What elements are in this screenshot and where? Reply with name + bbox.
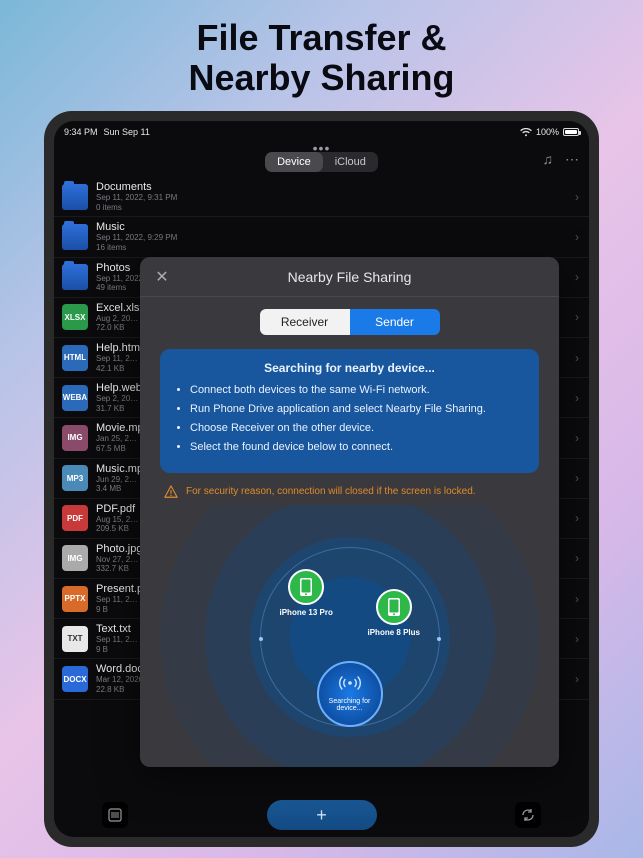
file-type-icon: XLSX <box>62 304 88 330</box>
overflow-icon[interactable]: ⋯ <box>565 151 579 168</box>
chevron-right-icon: › <box>575 511 579 525</box>
nearby-sharing-modal: ✕ Nearby File Sharing Receiver Sender Se… <box>140 257 559 767</box>
file-name: Music <box>96 221 567 233</box>
chevron-right-icon: › <box>575 310 579 324</box>
found-device-2[interactable]: iPhone 8 Plus <box>368 589 420 637</box>
chevron-right-icon: › <box>575 351 579 365</box>
tip-item: Run Phone Drive application and select N… <box>190 402 525 417</box>
phone-icon <box>288 569 324 605</box>
modal-title: Nearby File Sharing <box>288 269 412 285</box>
chevron-right-icon: › <box>575 270 579 284</box>
file-type-icon: MP3 <box>62 465 88 491</box>
file-type-icon: WEBA <box>62 385 88 411</box>
phone-icon <box>376 589 412 625</box>
promo-title: File Transfer & Nearby Sharing <box>0 0 643 111</box>
chevron-right-icon: › <box>575 672 579 686</box>
folder-icon <box>62 184 88 210</box>
chevron-right-icon: › <box>575 230 579 244</box>
add-button[interactable]: + <box>267 800 377 830</box>
device-label: iPhone 8 Plus <box>368 628 420 637</box>
radar-label: Searching for device... <box>319 698 381 713</box>
tips-list: Connect both devices to the same Wi-Fi n… <box>174 383 525 454</box>
file-row[interactable]: MusicSep 11, 2022, 9:29 PM 16 items › <box>54 217 589 257</box>
info-title: Searching for nearby device... <box>174 361 525 375</box>
file-type-icon: TXT <box>62 626 88 652</box>
chevron-right-icon: › <box>575 471 579 485</box>
device-label: iPhone 13 Pro <box>280 608 333 617</box>
status-time: 9:34 PM <box>64 127 98 137</box>
status-date: Sun Sep 11 <box>104 127 150 137</box>
sync-button[interactable] <box>515 802 541 828</box>
status-bar: 9:34 PM Sun Sep 11 100% <box>54 121 589 141</box>
tip-item: Select the found device below to connect… <box>190 440 525 455</box>
folder-icon <box>62 224 88 250</box>
tip-item: Connect both devices to the same Wi-Fi n… <box>190 383 525 398</box>
file-meta: Sep 11, 2022, 9:29 PM 16 items <box>96 233 567 252</box>
chevron-right-icon: › <box>575 190 579 204</box>
more-icon[interactable]: ••• <box>313 140 331 156</box>
tab-icloud[interactable]: iCloud <box>323 152 378 172</box>
file-type-icon: IMG <box>62 545 88 571</box>
list-mode-button[interactable] <box>102 802 128 828</box>
security-warning: For security reason, connection will clo… <box>164 485 535 499</box>
ipad-frame: 9:34 PM Sun Sep 11 100% ••• Device iClou… <box>44 111 599 847</box>
file-type-icon: PDF <box>62 505 88 531</box>
tip-item: Choose Receiver on the other device. <box>190 421 525 436</box>
file-row[interactable]: DocumentsSep 11, 2022, 9:31 PM 0 items › <box>54 177 589 217</box>
music-icon[interactable]: ♫ <box>543 151 554 168</box>
chevron-right-icon: › <box>575 431 579 445</box>
file-meta: Sep 11, 2022, 9:31 PM 0 items <box>96 193 567 212</box>
radar-area: iPhone 13 Pro iPhone 8 Plus Searching fo… <box>140 505 559 768</box>
mode-receiver[interactable]: Receiver <box>260 309 350 335</box>
chevron-right-icon: › <box>575 551 579 565</box>
file-type-icon: PPTX <box>62 586 88 612</box>
file-name: Documents <box>96 181 567 193</box>
bottom-toolbar: + <box>54 793 589 837</box>
warning-text: For security reason, connection will clo… <box>186 485 476 498</box>
found-device-1[interactable]: iPhone 13 Pro <box>280 569 333 617</box>
folder-icon <box>62 264 88 290</box>
battery-pct: 100% <box>536 127 559 137</box>
chevron-right-icon: › <box>575 391 579 405</box>
radar-center: Searching for device... <box>317 661 383 727</box>
file-type-icon: HTML <box>62 345 88 371</box>
top-toolbar: ••• Device iCloud ♫ ⋯ <box>54 141 589 171</box>
modal-header: ✕ Nearby File Sharing <box>140 257 559 297</box>
mode-sender[interactable]: Sender <box>350 309 440 335</box>
screen: 9:34 PM Sun Sep 11 100% ••• Device iClou… <box>54 121 589 837</box>
chevron-right-icon: › <box>575 632 579 646</box>
mode-segmented[interactable]: Receiver Sender <box>260 309 440 335</box>
warning-icon <box>164 485 178 499</box>
wifi-icon <box>520 128 532 137</box>
file-type-icon: DOCX <box>62 666 88 692</box>
info-box: Searching for nearby device... Connect b… <box>160 349 539 472</box>
battery-icon <box>563 128 579 136</box>
file-type-icon: IMG <box>62 425 88 451</box>
broadcast-icon <box>339 675 361 696</box>
chevron-right-icon: › <box>575 592 579 606</box>
close-button[interactable]: ✕ <box>152 267 172 287</box>
